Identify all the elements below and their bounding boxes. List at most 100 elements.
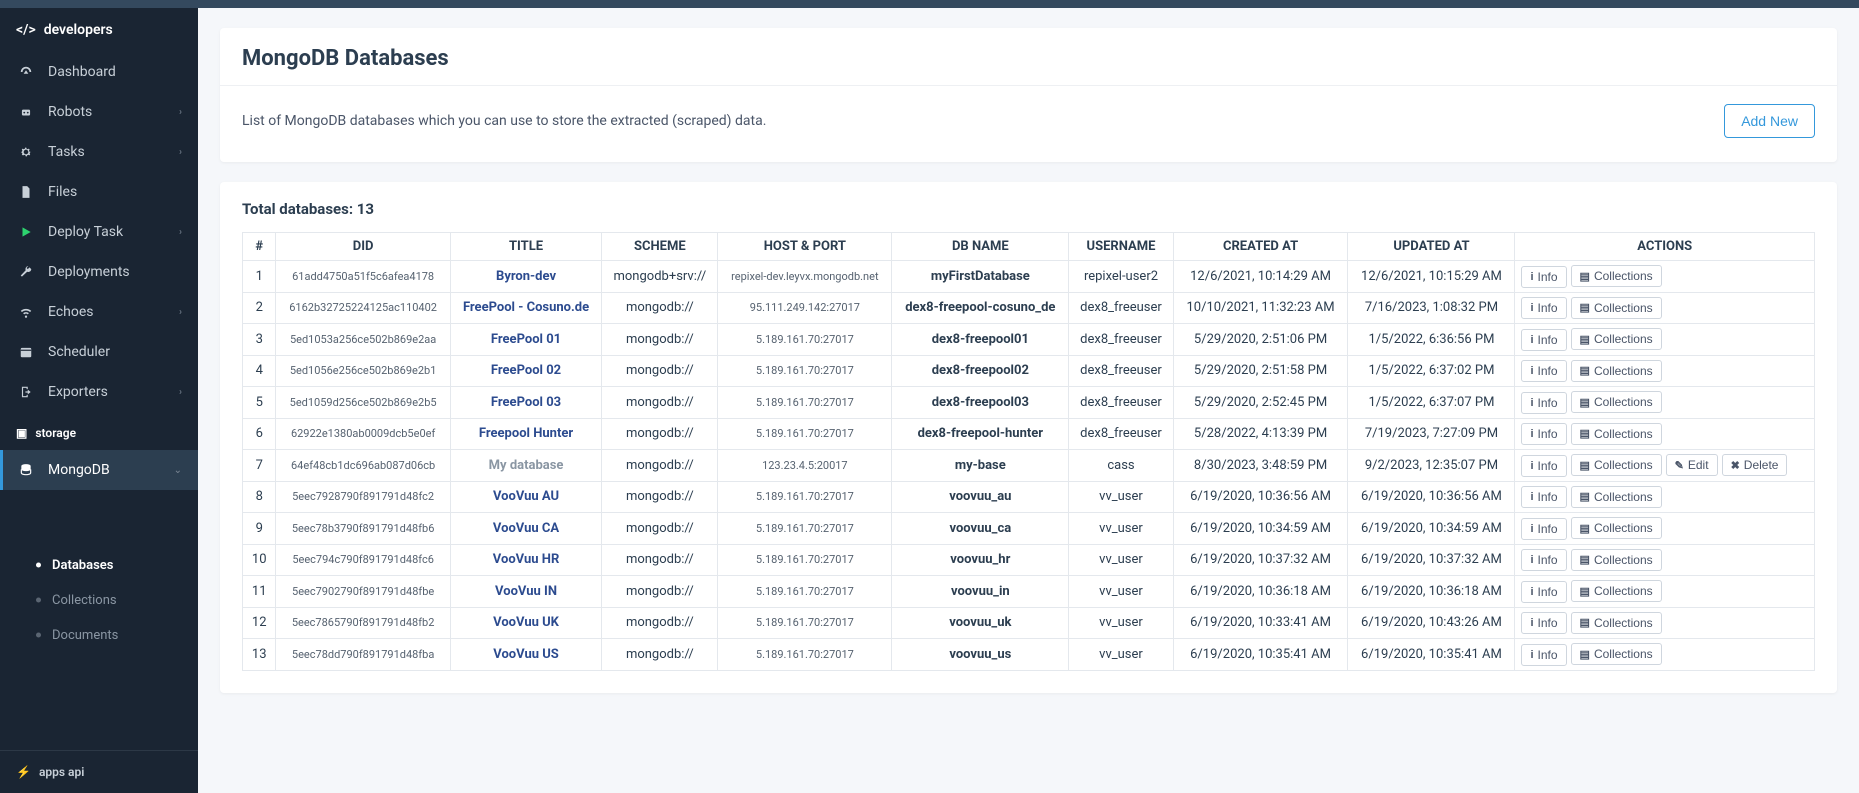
sidebar-item-tasks[interactable]: Tasks› xyxy=(0,132,198,172)
chevron-right-icon: › xyxy=(179,107,182,118)
info-button[interactable]: iInfo xyxy=(1521,329,1566,351)
edit-button[interactable]: ✎Edit xyxy=(1666,454,1718,476)
actions-cell: iInfo▤Collections xyxy=(1515,387,1815,419)
actions-cell: iInfo▤Collections xyxy=(1515,481,1815,513)
column-header: USERNAME xyxy=(1069,233,1173,261)
table-row: 35ed1053a256ce502b869e2aaFreePool 01mong… xyxy=(243,324,1815,356)
gauge-icon xyxy=(16,65,36,79)
info-button[interactable]: iInfo xyxy=(1521,644,1566,666)
chevron-right-icon: › xyxy=(179,227,182,238)
brand[interactable]: </> developers xyxy=(0,8,198,52)
subnav-item-documents[interactable]: Documents xyxy=(0,618,198,653)
cell: 10 xyxy=(243,544,276,576)
table-header-row: #DIDTITLESCHEMEHOST & PORTDB NAMEUSERNAM… xyxy=(243,233,1815,261)
collections-button[interactable]: ▤Collections xyxy=(1571,517,1662,539)
info-button-label: Info xyxy=(1538,616,1558,630)
sidebar-item-mongodb[interactable]: MongoDB ⌄ xyxy=(0,450,198,490)
wrench-icon xyxy=(16,265,36,279)
cell: 5.189.161.70:27017 xyxy=(718,513,892,545)
collections-button-label: Collections xyxy=(1594,427,1653,441)
main-nav: DashboardRobots›Tasks› Files Deploy Task›D… xyxy=(0,52,198,412)
chevron-right-icon: › xyxy=(179,387,182,398)
add-new-button[interactable]: Add New xyxy=(1724,104,1815,138)
sidebar-item-deployments[interactable]: Deployments xyxy=(0,252,198,292)
info-button[interactable]: iInfo xyxy=(1521,423,1566,445)
collections-button[interactable]: ▤ Collections xyxy=(1571,328,1662,350)
main-content: MongoDB Databases List of MongoDB databa… xyxy=(198,8,1859,793)
sidebar-item-files[interactable]: Files xyxy=(0,172,198,212)
sidebar-item-exporters[interactable]: Exporters› xyxy=(0,372,198,412)
actions-cell: iInfo ▤ Collections xyxy=(1515,324,1815,356)
cell: dex8-freepool-hunter xyxy=(892,418,1069,450)
title-link[interactable]: FreePool 01 xyxy=(491,332,561,347)
column-header: CREATED AT xyxy=(1173,233,1348,261)
title-link[interactable]: VooVuu UK xyxy=(493,615,559,630)
collections-button[interactable]: ▤ Collections xyxy=(1571,423,1662,445)
info-button[interactable]: iInfo xyxy=(1521,549,1566,571)
sidebar-item-label: Files xyxy=(48,184,77,200)
cell: 5ed1056e256ce502b869e2b1 xyxy=(276,355,450,387)
cell: 4 xyxy=(243,355,276,387)
info-button-label: Info xyxy=(1538,648,1558,662)
subnav-item-databases[interactable]: Databases xyxy=(0,548,198,583)
collections-button[interactable]: ▤Collections xyxy=(1571,486,1662,508)
collections-button[interactable]: ▤Collections xyxy=(1571,265,1662,287)
title-link[interactable]: FreePool 02 xyxy=(491,363,561,378)
title-link[interactable]: Freepool Hunter xyxy=(479,426,573,441)
collections-button-label: Collections xyxy=(1594,647,1653,661)
cell: 5eec78dd790f891791d48fba xyxy=(276,639,450,671)
title-link[interactable]: VooVuu HR xyxy=(493,552,560,567)
delete-button[interactable]: ✖Delete xyxy=(1722,454,1788,476)
info-button[interactable]: iInfo xyxy=(1521,486,1566,508)
title-link[interactable]: VooVuu US xyxy=(493,647,559,662)
info-button[interactable]: iInfo xyxy=(1521,581,1566,603)
collections-button[interactable]: ▤Collections xyxy=(1571,391,1662,413)
title-link[interactable]: VooVuu AU xyxy=(493,489,559,504)
info-button[interactable]: iInfo xyxy=(1521,455,1566,477)
sidebar-item-echoes[interactable]: Echoes› xyxy=(0,292,198,332)
collections-button-label: Collections xyxy=(1594,332,1653,346)
info-button[interactable]: iInfo xyxy=(1521,612,1566,634)
title-link[interactable]: FreePool - Cosuno.de xyxy=(463,300,589,315)
sidebar-item-dashboard[interactable]: Dashboard xyxy=(0,52,198,92)
cell: 6/19/2020, 10:37:32 AM xyxy=(1173,544,1348,576)
cell: 1/5/2022, 6:37:02 PM xyxy=(1348,355,1515,387)
collections-button-icon: ▤ xyxy=(1580,616,1590,629)
sidebar-item-robots[interactable]: Robots› xyxy=(0,92,198,132)
collections-button[interactable]: ▤Collections xyxy=(1571,643,1662,665)
collections-button[interactable]: ▤Collections xyxy=(1571,549,1662,571)
info-button[interactable]: iInfo xyxy=(1521,266,1566,288)
info-button[interactable]: iInfo xyxy=(1521,518,1566,540)
collections-button[interactable]: ▤Collections xyxy=(1571,454,1662,476)
description-row: List of MongoDB databases which you can … xyxy=(220,86,1837,162)
title-link[interactable]: FreePool 03 xyxy=(491,395,561,410)
header-card: MongoDB Databases List of MongoDB databa… xyxy=(220,28,1837,162)
cell: 5ed1059d256ce502b869e2b5 xyxy=(276,387,450,419)
collections-button[interactable]: ▤Collections xyxy=(1571,580,1662,602)
cell: dex8-freepool03 xyxy=(892,387,1069,419)
cell: mongodb:// xyxy=(602,418,718,450)
cell: 123.23.4.5:20017 xyxy=(718,450,892,482)
title-link[interactable]: Byron-dev xyxy=(496,269,556,284)
cell: Byron-dev xyxy=(450,261,602,293)
collections-button[interactable]: ▤Collections xyxy=(1571,297,1662,319)
sidebar-item-deploy-task[interactable]: Deploy Task› xyxy=(0,212,198,252)
storage-nav: MongoDB ⌄ xyxy=(0,450,198,548)
collections-button[interactable]: ▤Collections xyxy=(1571,612,1662,634)
sidebar-item-scheduler[interactable]: Scheduler xyxy=(0,332,198,372)
info-button[interactable]: iInfo xyxy=(1521,297,1566,319)
collections-button-icon: ▤ xyxy=(1580,333,1590,346)
info-button-label: Info xyxy=(1538,490,1558,504)
collections-button[interactable]: ▤Collections xyxy=(1571,360,1662,382)
collections-button-icon: ▤ xyxy=(1580,427,1590,440)
mongodb-label: MongoDB xyxy=(48,462,110,478)
cell: 10/10/2021, 11:32:23 AM xyxy=(1173,292,1348,324)
apps-api-section[interactable]: ⚡ apps api xyxy=(0,750,198,793)
info-button[interactable]: iInfo xyxy=(1521,392,1566,414)
title-link[interactable]: VooVuu CA xyxy=(493,521,559,536)
cell: mongodb:// xyxy=(602,387,718,419)
cell: 5/29/2020, 2:51:58 PM xyxy=(1173,355,1348,387)
title-link[interactable]: VooVuu IN xyxy=(495,584,557,599)
info-button[interactable]: iInfo xyxy=(1521,360,1566,382)
subnav-item-collections[interactable]: Collections xyxy=(0,583,198,618)
